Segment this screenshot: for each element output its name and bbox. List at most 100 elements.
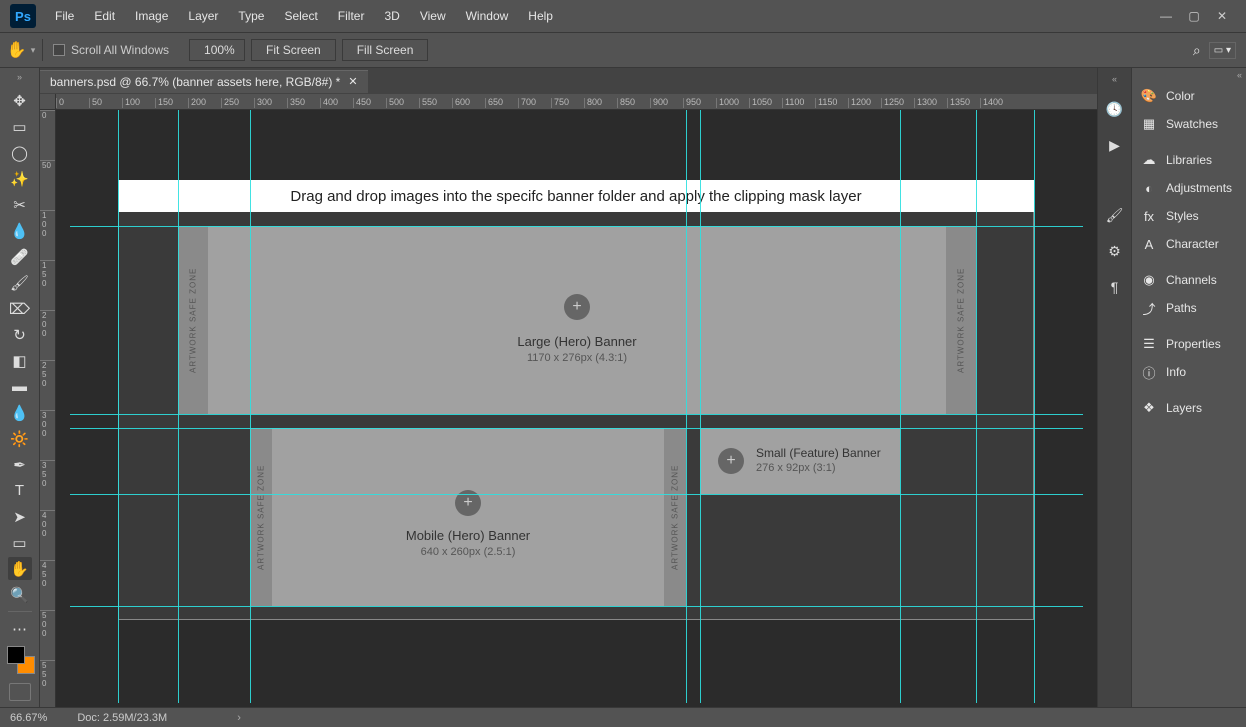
large-banner-placeholder[interactable]: ARTWORK SAFE ZONE ARTWORK SAFE ZONE + La… xyxy=(178,226,976,414)
guide-horizontal[interactable] xyxy=(70,414,1083,415)
zoom-tool[interactable]: 🔍 xyxy=(8,583,32,606)
paragraph-panel-icon[interactable]: ¶ xyxy=(1104,276,1126,298)
menu-select[interactable]: Select xyxy=(275,5,326,27)
menu-type[interactable]: Type xyxy=(229,5,273,27)
color-panel-tab[interactable]: 🎨Color xyxy=(1132,82,1246,110)
properties-panel-tab[interactable]: ☰Properties xyxy=(1132,330,1246,358)
guide-horizontal[interactable] xyxy=(70,428,1083,429)
menu-help[interactable]: Help xyxy=(519,5,562,27)
menu-image[interactable]: Image xyxy=(126,5,177,27)
gradient-tool[interactable]: ▬ xyxy=(8,375,32,398)
dock-collapse-icon[interactable]: « xyxy=(1112,74,1117,84)
type-tool[interactable]: T xyxy=(8,479,32,502)
canvas-area[interactable]: 0501001502002503003504004505005506006507… xyxy=(40,94,1097,707)
guide-vertical[interactable] xyxy=(686,110,687,703)
workspace-switcher[interactable]: ▭ ▾ xyxy=(1209,42,1236,59)
ruler-origin[interactable] xyxy=(40,94,56,110)
lasso-tool[interactable]: ◯ xyxy=(8,141,32,164)
menu-filter[interactable]: Filter xyxy=(329,5,374,27)
safezone-right: ARTWORK SAFE ZONE xyxy=(946,226,976,414)
menu-window[interactable]: Window xyxy=(457,5,518,27)
menu-file[interactable]: File xyxy=(46,5,83,27)
healing-brush-tool[interactable]: 🩹 xyxy=(8,245,32,268)
channels-icon: ◉ xyxy=(1140,271,1158,289)
info-icon: ⓘ xyxy=(1140,363,1158,381)
guide-vertical[interactable] xyxy=(976,110,977,703)
crop-tool[interactable]: ✂ xyxy=(8,193,32,216)
horizontal-ruler[interactable]: 0501001502002503003504004505005506006507… xyxy=(56,94,1097,110)
eyedropper-tool[interactable]: 💧 xyxy=(8,219,32,242)
menu-edit[interactable]: Edit xyxy=(85,5,124,27)
styles-panel-tab[interactable]: fxStyles xyxy=(1132,202,1246,230)
clone-stamp-tool[interactable]: ⌦ xyxy=(8,297,32,320)
settings-panel-icon[interactable]: ⚙ xyxy=(1104,240,1126,262)
search-icon[interactable]: ⌕ xyxy=(1193,42,1201,59)
rectangle-tool[interactable]: ▭ xyxy=(8,531,32,554)
small-banner-placeholder[interactable]: + Small (Feature) Banner 276 x 92px (3:1… xyxy=(700,428,900,494)
history-panel-icon[interactable]: 🕓 xyxy=(1104,98,1126,120)
libraries-panel-tab[interactable]: ☁Libraries xyxy=(1132,146,1246,174)
menu-view[interactable]: View xyxy=(411,5,455,27)
guide-vertical[interactable] xyxy=(1034,110,1035,703)
channels-panel-tab[interactable]: ◉Channels xyxy=(1132,266,1246,294)
close-tab-icon[interactable]: ✕ xyxy=(348,75,357,88)
layers-panel-tab[interactable]: ❖Layers xyxy=(1132,394,1246,422)
document-tab[interactable]: banners.psd @ 66.7% (banner assets here,… xyxy=(40,70,368,93)
layers-icon: ❖ xyxy=(1140,399,1158,417)
close-button[interactable]: ✕ xyxy=(1208,5,1236,27)
guide-vertical[interactable] xyxy=(900,110,901,703)
fill-screen-button[interactable]: Fill Screen xyxy=(342,39,429,61)
add-small-banner-button[interactable]: + xyxy=(718,448,744,474)
guide-horizontal[interactable] xyxy=(70,226,1083,227)
scroll-all-windows-checkbox[interactable]: Scroll All Windows xyxy=(53,43,169,57)
swatches-panel-tab[interactable]: ▦Swatches xyxy=(1132,110,1246,138)
zoom-level[interactable]: 66.67% xyxy=(10,712,47,724)
zoom-level-field[interactable]: 100% xyxy=(189,39,245,61)
adjustments-icon: ◐ xyxy=(1140,179,1158,197)
guide-horizontal[interactable] xyxy=(70,494,1083,495)
guide-vertical[interactable] xyxy=(250,110,251,703)
move-tool[interactable]: ✥ xyxy=(8,89,32,112)
guide-vertical[interactable] xyxy=(700,110,701,703)
checkbox-icon xyxy=(53,44,65,56)
maximize-button[interactable]: ▢ xyxy=(1180,5,1208,27)
marquee-tool[interactable]: ▭ xyxy=(8,115,32,138)
color-swatches[interactable] xyxy=(5,644,35,674)
panels-collapse-icon[interactable]: « xyxy=(1132,68,1246,82)
mobile-banner-dim: 640 x 260px (2.5:1) xyxy=(250,546,686,558)
vertical-ruler[interactable]: 0501 0 01 5 02 0 02 5 03 0 03 5 04 0 04 … xyxy=(40,110,56,707)
menu-3d[interactable]: 3D xyxy=(375,5,408,27)
brush-panel-icon[interactable]: 🖌 xyxy=(1104,204,1126,226)
edit-toolbar-button[interactable]: ⋯ xyxy=(8,617,32,640)
add-large-banner-button[interactable]: + xyxy=(564,294,590,320)
libraries-icon: ☁ xyxy=(1140,151,1158,169)
hand-tool[interactable]: ✋ xyxy=(8,557,32,580)
quick-mask-toggle[interactable] xyxy=(9,683,31,701)
mobile-banner-placeholder[interactable]: ARTWORK SAFE ZONE ARTWORK SAFE ZONE + Mo… xyxy=(250,428,686,606)
instruction-bar: Drag and drop images into the specifc ba… xyxy=(118,180,1034,212)
canvas-viewport[interactable]: Drag and drop images into the specifc ba… xyxy=(70,110,1083,703)
info-panel-tab[interactable]: ⓘInfo xyxy=(1132,358,1246,386)
guide-vertical[interactable] xyxy=(118,110,119,703)
character-panel-tab[interactable]: ACharacter xyxy=(1132,230,1246,258)
status-menu-chevron-icon[interactable]: › xyxy=(237,712,241,724)
eraser-tool[interactable]: ◧ xyxy=(8,349,32,372)
dodge-tool[interactable]: 🔆 xyxy=(8,427,32,450)
doc-size[interactable]: Doc: 2.59M/23.3M xyxy=(77,712,167,724)
actions-panel-icon[interactable]: ▶ xyxy=(1104,134,1126,156)
guide-vertical[interactable] xyxy=(178,110,179,703)
guide-horizontal[interactable] xyxy=(70,606,1083,607)
path-selection-tool[interactable]: ➤ xyxy=(8,505,32,528)
adjustments-panel-tab[interactable]: ◐Adjustments xyxy=(1132,174,1246,202)
blur-tool[interactable]: 💧 xyxy=(8,401,32,424)
toolbar-collapse-icon[interactable]: » xyxy=(17,72,22,82)
minimize-button[interactable]: — xyxy=(1152,5,1180,27)
menu-layer[interactable]: Layer xyxy=(179,5,227,27)
brush-tool[interactable]: 🖌 xyxy=(8,271,32,294)
magic-wand-tool[interactable]: ✨ xyxy=(8,167,32,190)
history-brush-tool[interactable]: ↻ xyxy=(8,323,32,346)
pen-tool[interactable]: ✒ xyxy=(8,453,32,476)
tool-preset-button[interactable]: ✋ xyxy=(10,39,32,61)
fit-screen-button[interactable]: Fit Screen xyxy=(251,39,336,61)
paths-panel-tab[interactable]: ⤴Paths xyxy=(1132,294,1246,322)
